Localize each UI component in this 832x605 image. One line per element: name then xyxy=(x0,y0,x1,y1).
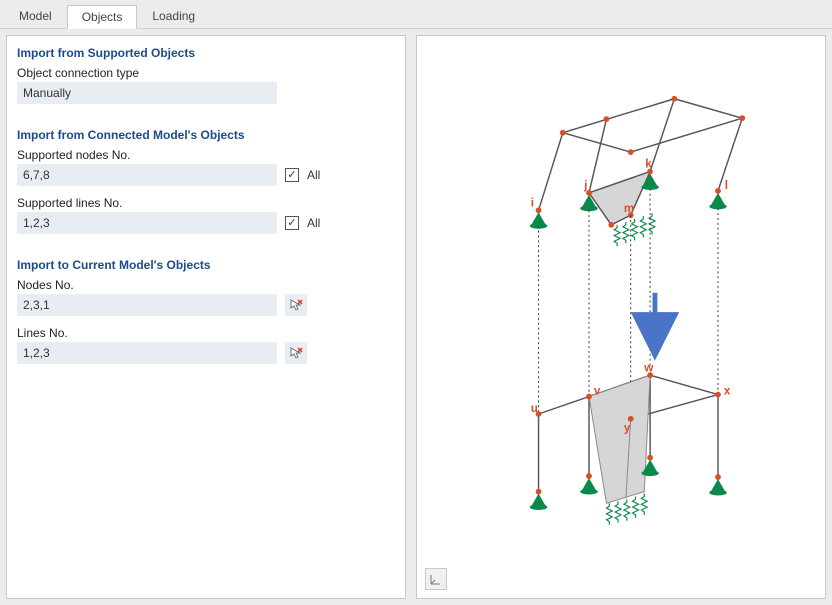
axes-icon xyxy=(429,572,443,586)
tab-loading-label: Loading xyxy=(152,9,195,23)
current-nodes-label: Nodes No. xyxy=(17,278,395,292)
section-connected-title: Import from Connected Model's Objects xyxy=(17,128,395,142)
pick-lines-button[interactable] xyxy=(285,342,307,364)
cursor-pick-icon xyxy=(289,346,303,360)
tab-objects[interactable]: Objects xyxy=(67,5,138,29)
top-structure: i j k l m xyxy=(530,96,745,246)
diagram-panel: i j k l m xyxy=(416,35,826,599)
section-current-title: Import to Current Model's Objects xyxy=(17,258,395,272)
supported-lines-all-label: All xyxy=(307,216,320,230)
supported-nodes-field[interactable] xyxy=(17,164,277,186)
tab-model[interactable]: Model xyxy=(4,4,67,28)
view-toggle-button[interactable] xyxy=(425,568,447,590)
section-supported-title: Import from Supported Objects xyxy=(17,46,395,60)
svg-text:i: i xyxy=(531,196,534,209)
tab-bar: Model Objects Loading xyxy=(0,0,832,29)
structure-diagram: i j k l m xyxy=(427,44,815,590)
supported-nodes-all-checkbox[interactable]: ✓ xyxy=(285,168,299,182)
tab-objects-label: Objects xyxy=(82,10,123,24)
svg-text:l: l xyxy=(725,179,728,192)
supported-nodes-label: Supported nodes No. xyxy=(17,148,395,162)
svg-text:y: y xyxy=(624,421,631,434)
conn-type-field[interactable] xyxy=(17,82,277,104)
svg-text:w: w xyxy=(643,361,654,374)
pick-nodes-button[interactable] xyxy=(285,294,307,316)
svg-text:u: u xyxy=(531,402,538,415)
current-nodes-field[interactable] xyxy=(17,294,277,316)
tab-loading[interactable]: Loading xyxy=(137,4,210,28)
cursor-pick-icon xyxy=(289,298,303,312)
conn-type-label: Object connection type xyxy=(17,66,395,80)
current-lines-label: Lines No. xyxy=(17,326,395,340)
supported-lines-label: Supported lines No. xyxy=(17,196,395,210)
svg-text:j: j xyxy=(583,179,587,192)
supported-nodes-all-label: All xyxy=(307,168,320,182)
svg-text:m: m xyxy=(624,202,634,215)
supported-lines-all-checkbox[interactable]: ✓ xyxy=(285,216,299,230)
supported-lines-field[interactable] xyxy=(17,212,277,234)
svg-text:x: x xyxy=(724,385,731,398)
tab-model-label: Model xyxy=(19,9,52,23)
bottom-structure: u v w x y xyxy=(530,361,731,524)
settings-panel: Import from Supported Objects Object con… xyxy=(6,35,406,599)
svg-text:k: k xyxy=(645,158,652,171)
current-lines-field[interactable] xyxy=(17,342,277,364)
svg-text:v: v xyxy=(594,385,601,398)
